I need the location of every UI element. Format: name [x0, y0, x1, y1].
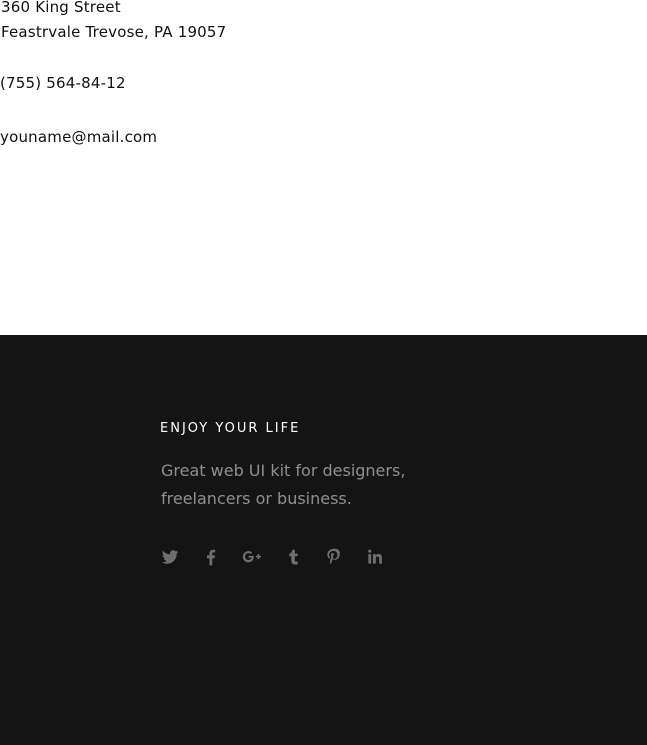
tumblr-icon[interactable] [283, 547, 303, 567]
contact-info: 360 King Street Feastrvale Trevose, PA 1… [0, 0, 647, 335]
address-line-1: 360 King Street [1, 0, 121, 16]
address-line-2: Feastrvale Trevose, PA 19057 [1, 23, 227, 41]
google-plus-icon[interactable] [242, 547, 262, 567]
footer-tagline: Great web UI kit for designers, freelanc… [161, 461, 406, 508]
footer: ENJOY YOUR LIFE Great web UI kit for des… [0, 335, 647, 745]
social-links [160, 547, 406, 567]
twitter-icon[interactable] [160, 547, 180, 567]
linkedin-icon[interactable] [365, 547, 385, 567]
pinterest-icon[interactable] [324, 547, 344, 567]
page: 360 King Street Feastrvale Trevose, PA 1… [0, 0, 647, 745]
footer-title: ENJOY YOUR LIFE [160, 421, 301, 436]
email-address[interactable]: youname@mail.com [0, 128, 157, 146]
phone-number[interactable]: (755) 564-84-12 [0, 74, 126, 92]
facebook-icon[interactable] [201, 547, 221, 567]
